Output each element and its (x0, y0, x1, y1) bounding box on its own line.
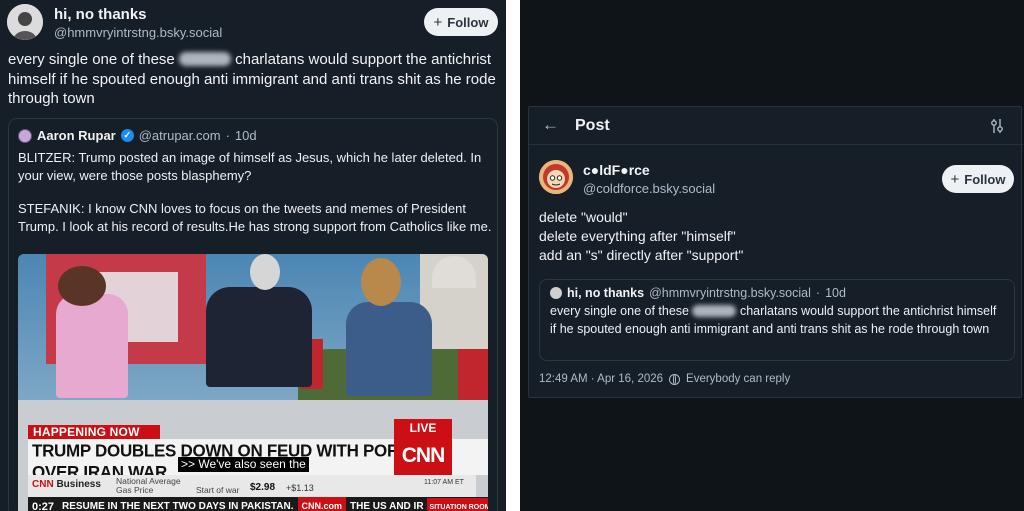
person-right-head (361, 258, 401, 306)
quoted-author-name[interactable]: hi, no thanks (567, 286, 644, 300)
person-center-body (206, 287, 312, 387)
follow-label: Follow (447, 14, 489, 30)
censored-word-blur (178, 52, 231, 66)
post-text: delete "would" delete everything after "… (539, 208, 743, 265)
crawl-text-2: THE US AND IR (350, 501, 424, 511)
quoted-author-handle[interactable]: @atrupar.com (139, 128, 221, 143)
verified-check-icon: ✓ (120, 129, 134, 142)
ticker-time: 11:07 AM ET (424, 479, 464, 486)
ticker-item-gas-price: National Average Gas Price (116, 476, 181, 495)
post-thread-card: ← Post c●ldF●rce @coldforce.bsky.social … (528, 106, 1023, 398)
network-logo: CNN (394, 437, 452, 475)
quoted-author-avatar[interactable] (550, 287, 562, 299)
quoted-post-header: Aaron Rupar ✓ @atrupar.com · 10d (18, 128, 257, 143)
person-left-head (58, 266, 106, 306)
left-post-screenshot: hi, no thanks @hmmvryintrstng.bsky.socia… (0, 0, 506, 511)
post-text: every single one of these charlatans wou… (8, 50, 502, 109)
post-timestamp: 12:49 AM · Apr 16, 2026 (539, 373, 664, 385)
page-title: Post (575, 117, 610, 134)
avatar-character-icon (539, 160, 573, 194)
person-left-body (56, 294, 128, 398)
ticker-brand: CNN Business (32, 479, 101, 490)
plus-icon: + (950, 170, 960, 188)
happening-now-banner: HAPPENING NOW (28, 425, 160, 439)
post-text-before: every single one of these (8, 51, 175, 68)
quoted-post[interactable]: hi, no thanks @hmmvryintrstng.bsky.socia… (539, 279, 1015, 361)
dot-separator: · (815, 286, 821, 300)
person-right-body (346, 302, 432, 396)
post-line-1: delete "would" (539, 209, 628, 225)
follow-button[interactable]: + Follow (942, 165, 1014, 193)
quoted-author-handle[interactable]: @hmmvryintrstng.bsky.social (649, 286, 811, 300)
crawl-site: CNN.com (297, 497, 347, 511)
author-display-name[interactable]: hi, no thanks (54, 6, 147, 23)
business-ticker: CNN Business National Average Gas Price … (28, 475, 476, 497)
ticker-value: $2.98 (250, 482, 276, 493)
quoted-post-age: 10d (825, 286, 846, 300)
author-avatar[interactable] (7, 4, 43, 40)
quoted-post-header: hi, no thanks @hmmvryintrstng.bsky.socia… (550, 286, 846, 300)
quoted-post-age: 10d (234, 128, 257, 143)
dot-separator: · (225, 128, 230, 143)
quoted-post-text: every single one of these charlatans wou… (550, 302, 1006, 338)
ticker-brand-sub: Business (56, 479, 101, 490)
closed-caption: >> We've also seen the (178, 457, 309, 472)
author-avatar[interactable] (539, 160, 573, 194)
ticker-brand-name: CNN (32, 479, 54, 490)
author-handle[interactable]: @hmmvryintrstng.bsky.social (54, 25, 222, 40)
globe-icon (669, 373, 681, 385)
quoted-author-avatar[interactable] (18, 128, 32, 143)
post-line-2: delete everything after "himself" (539, 228, 736, 244)
quoted-author-name[interactable]: Aaron Rupar (37, 128, 116, 143)
avatar-sketch-icon (7, 4, 43, 40)
back-arrow-icon[interactable]: ← (542, 115, 559, 135)
ticker-item-start-of-war: Start of war (196, 485, 240, 495)
person-center-head (250, 254, 280, 290)
post-line-3: add an "s" directly after "support" (539, 247, 744, 263)
embedded-video[interactable]: HAPPENING NOW TRUMP DOUBLES DOWN ON FEUD… (18, 254, 488, 511)
video-timecode: 0:27 (32, 501, 55, 511)
studio-chair (458, 349, 488, 404)
crawl-text: RESUME IN THE NEXT TWO DAYS IN PAKISTAN. (62, 501, 294, 511)
censored-word-blur (692, 305, 737, 317)
plus-icon: + (433, 13, 443, 31)
follow-label: Follow (964, 171, 1006, 187)
author-display-name[interactable]: c●ldF●rce (583, 162, 650, 178)
post-footer: 12:49 AM · Apr 16, 2026 Everybody can re… (539, 373, 790, 385)
sliders-icon[interactable] (989, 118, 1005, 134)
quoted-paragraph-1: BLITZER: Trump posted an image of himsel… (18, 150, 482, 183)
reply-setting[interactable]: Everybody can reply (686, 373, 790, 385)
crawl-show: SITUATION ROOM (426, 498, 488, 511)
post-top-bar: ← Post (529, 107, 1023, 145)
right-post-screenshot: ← Post c●ldF●rce @coldforce.bsky.social … (520, 0, 1024, 511)
quoted-post[interactable]: Aaron Rupar ✓ @atrupar.com · 10d BLITZER… (8, 118, 498, 511)
live-badge: LIVE (394, 419, 452, 437)
news-crawl: RESUME IN THE NEXT TWO DAYS IN PAKISTAN.… (28, 497, 488, 511)
author-handle[interactable]: @coldforce.bsky.social (583, 181, 715, 196)
quoted-text-before: every single one of these (550, 304, 689, 318)
follow-button[interactable]: + Follow (424, 8, 498, 36)
ticker-delta: +$1.13 (286, 483, 314, 493)
quoted-paragraph-2: STEFANIK: I know CNN loves to focus on t… (18, 201, 492, 234)
image-divider (506, 0, 520, 511)
